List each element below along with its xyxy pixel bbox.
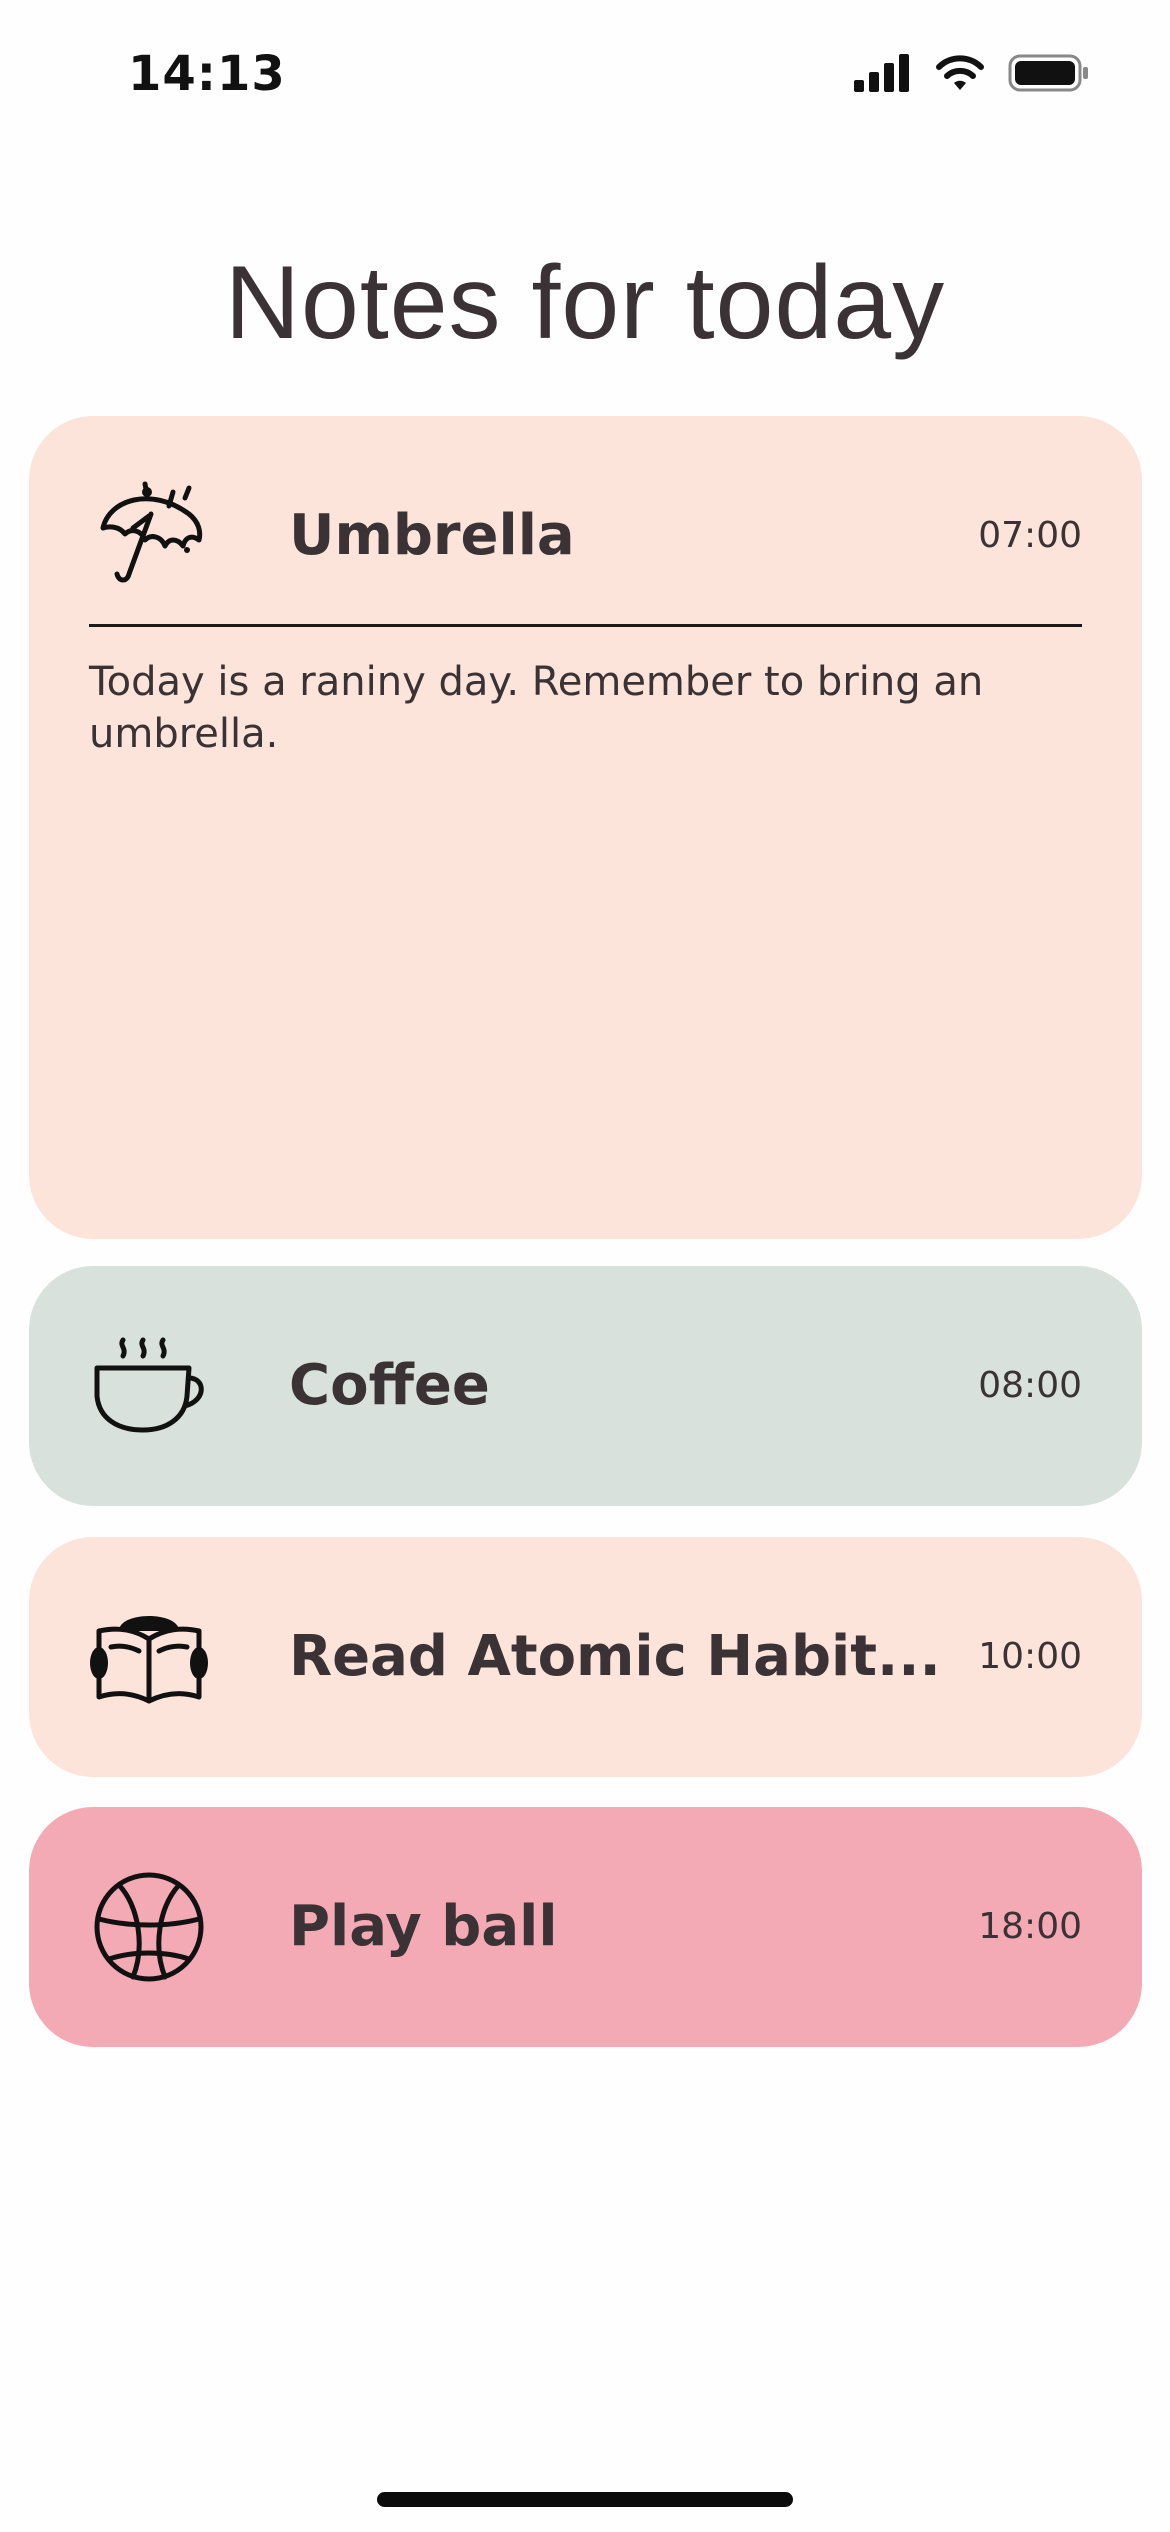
reading-book-icon xyxy=(90,1616,208,1704)
note-card-header[interactable]: Coffee 08:00 xyxy=(29,1266,1142,1506)
note-body: Today is a raniny day. Remember to bring… xyxy=(89,659,984,757)
note-time: 08:00 xyxy=(978,1365,1082,1406)
battery-icon xyxy=(1008,54,1088,92)
umbrella-icon xyxy=(100,481,203,583)
note-time: 10:00 xyxy=(978,1636,1082,1677)
basketball-icon xyxy=(94,1872,204,1982)
status-icons xyxy=(854,54,1090,92)
note-card-coffee[interactable]: Coffee 08:00 xyxy=(29,1266,1142,1506)
home-indicator[interactable] xyxy=(377,2492,793,2507)
note-card-read-atomic-habits[interactable]: Read Atomic Habit... 10:00 xyxy=(29,1537,1142,1777)
note-divider xyxy=(89,624,1082,627)
wifi-icon xyxy=(936,55,984,90)
note-card-umbrella[interactable]: Umbrella 07:00 Today is a raniny day. Re… xyxy=(29,416,1142,1239)
note-time: 18:00 xyxy=(978,1906,1082,1947)
coffee-cup-icon xyxy=(94,1337,204,1433)
note-card-play-ball[interactable]: Play ball 18:00 xyxy=(29,1807,1142,2047)
signal-icon xyxy=(854,54,909,92)
note-title: Coffee xyxy=(289,1353,490,1418)
note-card-header[interactable]: Read Atomic Habit... 10:00 xyxy=(29,1537,1142,1777)
note-card-header[interactable]: Play ball 18:00 xyxy=(29,1807,1142,2047)
status-time: 14:13 xyxy=(128,46,286,102)
note-time: 07:00 xyxy=(978,515,1082,556)
note-card-header[interactable]: Umbrella 07:00 xyxy=(29,416,1142,656)
note-title: Play ball xyxy=(289,1894,558,1959)
page-title: Notes for today xyxy=(224,245,946,361)
note-title: Umbrella xyxy=(289,503,575,568)
status-bar: 14:13 xyxy=(0,0,1170,150)
note-title: Read Atomic Habit... xyxy=(289,1624,941,1689)
